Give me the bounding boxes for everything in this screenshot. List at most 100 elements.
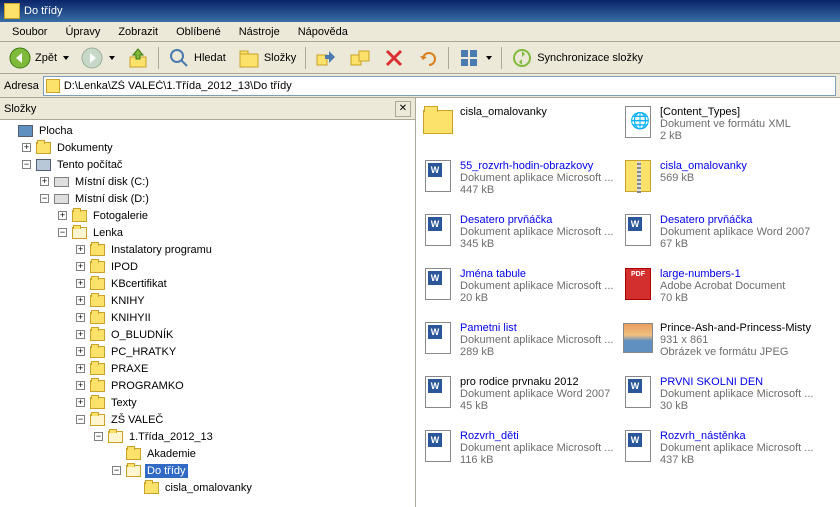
file-name: [Content_Types]	[660, 106, 822, 118]
tree-node[interactable]: +Texty	[2, 394, 413, 411]
collapse-icon[interactable]: −	[76, 415, 85, 424]
menu-file[interactable]: Soubor	[4, 24, 55, 40]
menu-tools[interactable]: Nástroje	[231, 24, 288, 40]
file-item[interactable]: PDFlarge-numbers-1Adobe Acrobat Document…	[622, 268, 822, 304]
dropdown-icon	[63, 56, 69, 60]
file-size: 437 kB	[660, 454, 822, 466]
expand-icon[interactable]: +	[76, 381, 85, 390]
menu-view[interactable]: Zobrazit	[110, 24, 166, 40]
drive-icon	[53, 191, 69, 207]
tree-node[interactable]: Akademie	[2, 445, 413, 462]
file-name: Desatero prvňáčka	[460, 214, 622, 226]
folders-pane: Složky ✕ Plocha+Dokumenty−Tento počítač+…	[0, 98, 416, 507]
tree-node[interactable]: +KBcertifikat	[2, 275, 413, 292]
tree-node[interactable]: +Fotogalerie	[2, 207, 413, 224]
expand-icon[interactable]: +	[76, 347, 85, 356]
file-item[interactable]: pro rodice prvnaku 2012Dokument aplikace…	[422, 376, 622, 412]
folder-open-icon	[89, 412, 105, 428]
tree-node[interactable]: −Tento počítač	[2, 156, 413, 173]
expand-icon[interactable]: +	[58, 211, 67, 220]
folder-icon	[89, 310, 105, 326]
tree-node[interactable]: −ZŠ VALEČ	[2, 411, 413, 428]
collapse-icon[interactable]: −	[58, 228, 67, 237]
menu-favorites[interactable]: Oblíbené	[168, 24, 229, 40]
tree-node[interactable]: +PC_HRATKY	[2, 343, 413, 360]
file-item[interactable]: Rozvrh_nástěnkaDokument aplikace Microso…	[622, 430, 822, 466]
tree-node[interactable]: −Lenka	[2, 224, 413, 241]
tree-node[interactable]: Plocha	[2, 122, 413, 139]
file-item[interactable]: PRVNI SKOLNI DENDokument aplikace Micros…	[622, 376, 822, 412]
move-button[interactable]	[310, 44, 342, 72]
file-item[interactable]: Desatero prvňáčkaDokument aplikace Micro…	[422, 214, 622, 250]
file-desc: Dokument aplikace Word 2007	[660, 226, 822, 238]
file-name: Rozvrh_nástěnka	[660, 430, 822, 442]
word-icon	[422, 268, 454, 300]
menu-help[interactable]: Nápověda	[290, 24, 356, 40]
folder-tree[interactable]: Plocha+Dokumenty−Tento počítač+Místní di…	[0, 120, 415, 507]
tree-node[interactable]: −Místní disk (D:)	[2, 190, 413, 207]
file-item[interactable]: cisla_omalovanky569 kB	[622, 160, 822, 196]
file-item[interactable]: Prince-Ash-and-Princess-Misty931 x 861Ob…	[622, 322, 822, 358]
tree-node[interactable]: +KNIHY	[2, 292, 413, 309]
expand-icon[interactable]: +	[76, 364, 85, 373]
collapse-icon[interactable]: −	[112, 466, 121, 475]
views-button[interactable]	[453, 44, 497, 72]
folder-icon	[89, 395, 105, 411]
forward-button[interactable]	[76, 44, 120, 72]
tree-node[interactable]: +PRAXE	[2, 360, 413, 377]
folder-icon	[89, 361, 105, 377]
tree-node[interactable]: −Do třídy	[2, 462, 413, 479]
expand-icon[interactable]: +	[76, 313, 85, 322]
tree-node[interactable]: − 1.Třída_2012_13	[2, 428, 413, 445]
tree-node[interactable]: +Instalatory programu	[2, 241, 413, 258]
file-desc: Dokument aplikace Microsoft ...	[460, 442, 622, 454]
sync-button[interactable]: Synchronizace složky	[506, 44, 648, 72]
file-item[interactable]: cisla_omalovanky	[422, 106, 622, 142]
search-button[interactable]: Hledat	[163, 44, 231, 72]
collapse-icon[interactable]: −	[22, 160, 31, 169]
collapse-icon[interactable]: −	[94, 432, 103, 441]
expand-icon[interactable]: +	[76, 245, 85, 254]
menu-edit[interactable]: Úpravy	[57, 24, 108, 40]
copy-button[interactable]	[344, 44, 376, 72]
collapse-icon[interactable]: −	[40, 194, 49, 203]
tree-node[interactable]: +IPOD	[2, 258, 413, 275]
file-item[interactable]: Desatero prvňáčkaDokument aplikace Word …	[622, 214, 822, 250]
spacer	[130, 483, 139, 492]
undo-button[interactable]	[412, 44, 444, 72]
file-item[interactable]: Rozvrh_dětiDokument aplikace Microsoft .…	[422, 430, 622, 466]
file-name: large-numbers-1	[660, 268, 822, 280]
address-input[interactable]	[43, 76, 836, 96]
expand-icon[interactable]: +	[76, 262, 85, 271]
copy-icon	[349, 47, 371, 69]
back-button[interactable]: Zpět	[4, 44, 74, 72]
tree-node[interactable]: +PROGRAMKO	[2, 377, 413, 394]
tree-label: 1.Třída_2012_13	[127, 430, 215, 444]
pane-title: Složky	[4, 103, 36, 115]
delete-button[interactable]	[378, 44, 410, 72]
file-item[interactable]: [Content_Types]Dokument ve formátu XML2 …	[622, 106, 822, 142]
file-item[interactable]: Jména tabuleDokument aplikace Microsoft …	[422, 268, 622, 304]
tree-node[interactable]: +Místní disk (C:)	[2, 173, 413, 190]
expand-icon[interactable]: +	[76, 398, 85, 407]
tree-node[interactable]: +O_BLUDNÍK	[2, 326, 413, 343]
file-name: Rozvrh_děti	[460, 430, 622, 442]
close-pane-button[interactable]: ✕	[395, 101, 411, 117]
folder-icon	[89, 242, 105, 258]
file-list[interactable]: cisla_omalovanky[Content_Types]Dokument …	[416, 98, 840, 507]
expand-icon[interactable]: +	[40, 177, 49, 186]
expand-icon[interactable]: +	[76, 296, 85, 305]
expand-icon[interactable]: +	[76, 330, 85, 339]
tree-node[interactable]: + KNIHYII	[2, 309, 413, 326]
up-button[interactable]	[122, 44, 154, 72]
tree-label: KNIHYII	[109, 311, 153, 325]
expand-icon[interactable]: +	[76, 279, 85, 288]
tree-node[interactable]: +Dokumenty	[2, 139, 413, 156]
file-size: 289 kB	[460, 346, 622, 358]
tree-node[interactable]: cisla_omalovanky	[2, 479, 413, 496]
file-item[interactable]: 55_rozvrh-hodin-obrazkovyDokument aplika…	[422, 160, 622, 196]
folders-button[interactable]: Složky	[233, 44, 301, 72]
file-item[interactable]: Pametni listDokument aplikace Microsoft …	[422, 322, 622, 358]
pdf-icon: PDF	[622, 268, 654, 300]
expand-icon[interactable]: +	[22, 143, 31, 152]
